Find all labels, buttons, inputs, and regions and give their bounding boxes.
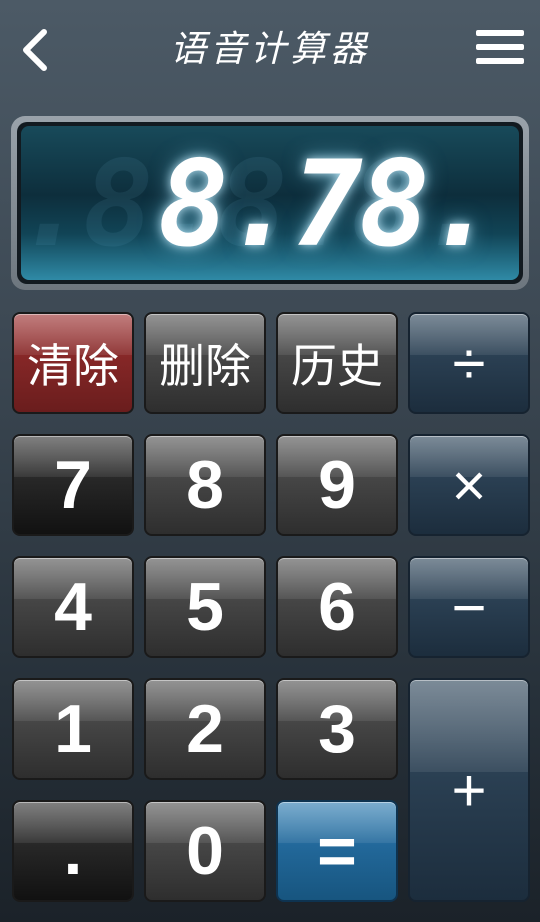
header-bar: 语音计算器 [0,0,540,100]
clear-button[interactable]: 清除 [12,312,134,414]
digit-7-button[interactable]: 7 [12,434,134,536]
digit-4-button[interactable]: 4 [12,556,134,658]
digit-8-button[interactable]: 8 [144,434,266,536]
lcd-screen: 8.8.8.8.8.8. 8.78. [21,126,519,280]
equals-button[interactable]: = [276,800,398,902]
digit-5-button[interactable]: 5 [144,556,266,658]
digit-1-button[interactable]: 1 [12,678,134,780]
plus-button[interactable]: + [408,678,530,902]
display-value: 8.78. [157,135,497,273]
multiply-button[interactable]: × [408,434,530,536]
digit-3-button[interactable]: 3 [276,678,398,780]
digit-6-button[interactable]: 6 [276,556,398,658]
digit-2-button[interactable]: 2 [144,678,266,780]
app-title: 语音计算器 [169,29,370,70]
divide-button[interactable]: ÷ [408,312,530,414]
hamburger-menu-icon[interactable] [476,30,524,70]
digit-9-button[interactable]: 9 [276,434,398,536]
digit-0-button[interactable]: 0 [144,800,266,902]
history-button[interactable]: 历史 [276,312,398,414]
minus-button[interactable]: − [408,556,530,658]
calculator-display: 8.8.8.8.8.8. 8.78. [11,116,529,290]
decimal-point-button[interactable]: . [12,800,134,902]
delete-button[interactable]: 删除 [144,312,266,414]
